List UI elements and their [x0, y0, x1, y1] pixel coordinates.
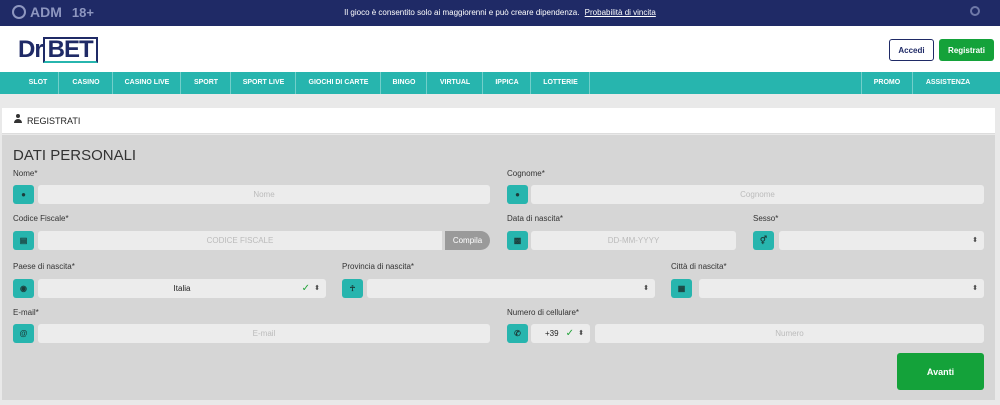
user-icon: ●	[13, 185, 34, 204]
nav-item-bingo[interactable]: BINGO	[382, 72, 427, 94]
site-header: Dr BET Accedi Registrati	[0, 26, 1000, 72]
provincia-select[interactable]: ⬍	[367, 279, 655, 298]
valid-check-icon: ✓	[565, 328, 574, 339]
user-icon: ●	[507, 185, 528, 204]
registration-panel-header: REGISTRATI	[2, 108, 995, 134]
valid-check-icon: ✓	[301, 283, 310, 294]
section-title: DATI PERSONALI	[13, 147, 137, 164]
cellulare-label: Numero di cellulare*	[507, 308, 580, 317]
select-arrow-icon: ⬍	[972, 237, 978, 244]
nome-input[interactable]: Nome	[38, 185, 490, 204]
nav-item-casino-live[interactable]: CASINO LIVE	[114, 72, 181, 94]
nav-item-assistenza[interactable]: ASSISTENZA	[914, 72, 982, 94]
select-arrow-icon: ⬍	[643, 285, 649, 292]
nav-item-casino[interactable]: CASINO	[60, 72, 113, 94]
logo-dr: Dr	[18, 36, 44, 63]
data-nascita-label: Data di nascita*	[507, 214, 564, 223]
site-logo[interactable]: Dr BET	[18, 36, 98, 64]
email-input[interactable]: E-mail	[38, 324, 490, 343]
nav-item-lotterie[interactable]: LOTTERIE	[532, 72, 590, 94]
nav-item-sport-live[interactable]: SPORT LIVE	[232, 72, 296, 94]
phone-number-input[interactable]: Numero	[595, 324, 984, 343]
panel-title: REGISTRATI	[27, 116, 81, 126]
registration-form-panel	[2, 135, 995, 400]
nav-item-virtual[interactable]: VIRTUAL	[428, 72, 483, 94]
notice-text: Il gioco è consentito solo ai maggiorenn…	[344, 8, 580, 17]
logo-bet: BET	[42, 37, 98, 63]
main-nav: SLOT CASINO CASINO LIVE SPORT SPORT LIVE…	[0, 72, 1000, 94]
at-icon: @	[13, 324, 34, 343]
phone-prefix-select[interactable]: +39 ✓ ⬍	[531, 324, 590, 343]
citta-select[interactable]: ⬍	[699, 279, 984, 298]
paese-value: Italia	[173, 284, 191, 293]
sesso-select[interactable]: ⬍	[779, 231, 984, 250]
phone-prefix-value: +39	[545, 329, 559, 338]
nav-item-slot[interactable]: SLOT	[18, 72, 59, 94]
citta-label: Città di nascita*	[671, 262, 727, 271]
calendar-icon: ▩	[507, 231, 528, 250]
globe-icon: ◉	[13, 279, 34, 298]
codice-fiscale-input[interactable]: CODICE FISCALE	[38, 231, 442, 250]
settings-icon[interactable]	[970, 6, 980, 16]
register-button[interactable]: Registrati	[939, 39, 994, 61]
paese-select[interactable]: Italia ✓ ⬍	[38, 279, 326, 298]
avanti-button[interactable]: Avanti	[897, 353, 984, 390]
paese-label: Paese di nascita*	[13, 262, 75, 271]
nav-item-promo[interactable]: PROMO	[861, 72, 913, 94]
select-arrow-icon: ⬍	[578, 330, 584, 337]
sesso-label: Sesso*	[753, 214, 779, 223]
nome-label: Nome*	[13, 169, 38, 178]
nav-item-ippica[interactable]: IPPICA	[484, 72, 531, 94]
id-card-icon: ▤	[13, 231, 34, 250]
provincia-label: Provincia di nascita*	[342, 262, 415, 271]
phone-icon: ✆	[507, 324, 528, 343]
odds-link[interactable]: Probabilità di vincita	[585, 8, 656, 17]
top-info-bar: ADM 18+ Il gioco è consentito solo ai ma…	[0, 0, 1000, 26]
compila-button[interactable]: Compila	[445, 231, 490, 250]
user-icon	[14, 114, 22, 123]
select-arrow-icon: ⬍	[972, 285, 978, 292]
login-button[interactable]: Accedi	[889, 39, 934, 61]
cognome-input[interactable]: Cognome	[531, 185, 984, 204]
data-nascita-input[interactable]: DD-MM-YYYY	[531, 231, 736, 250]
email-label: E-mail*	[13, 308, 39, 317]
codice-fiscale-label: Codice Fiscale*	[13, 214, 69, 223]
gambling-notice: Il gioco è consentito solo ai maggiorenn…	[0, 8, 1000, 17]
city-icon: ▦	[671, 279, 692, 298]
select-arrow-icon: ⬍	[314, 285, 320, 292]
gender-icon: ⚥	[753, 231, 774, 250]
nav-item-sport[interactable]: SPORT	[182, 72, 231, 94]
institution-icon: ☥	[342, 279, 363, 298]
cognome-label: Cognome*	[507, 169, 545, 178]
nav-item-giochi-di-carte[interactable]: GIOCHI DI CARTE	[297, 72, 381, 94]
